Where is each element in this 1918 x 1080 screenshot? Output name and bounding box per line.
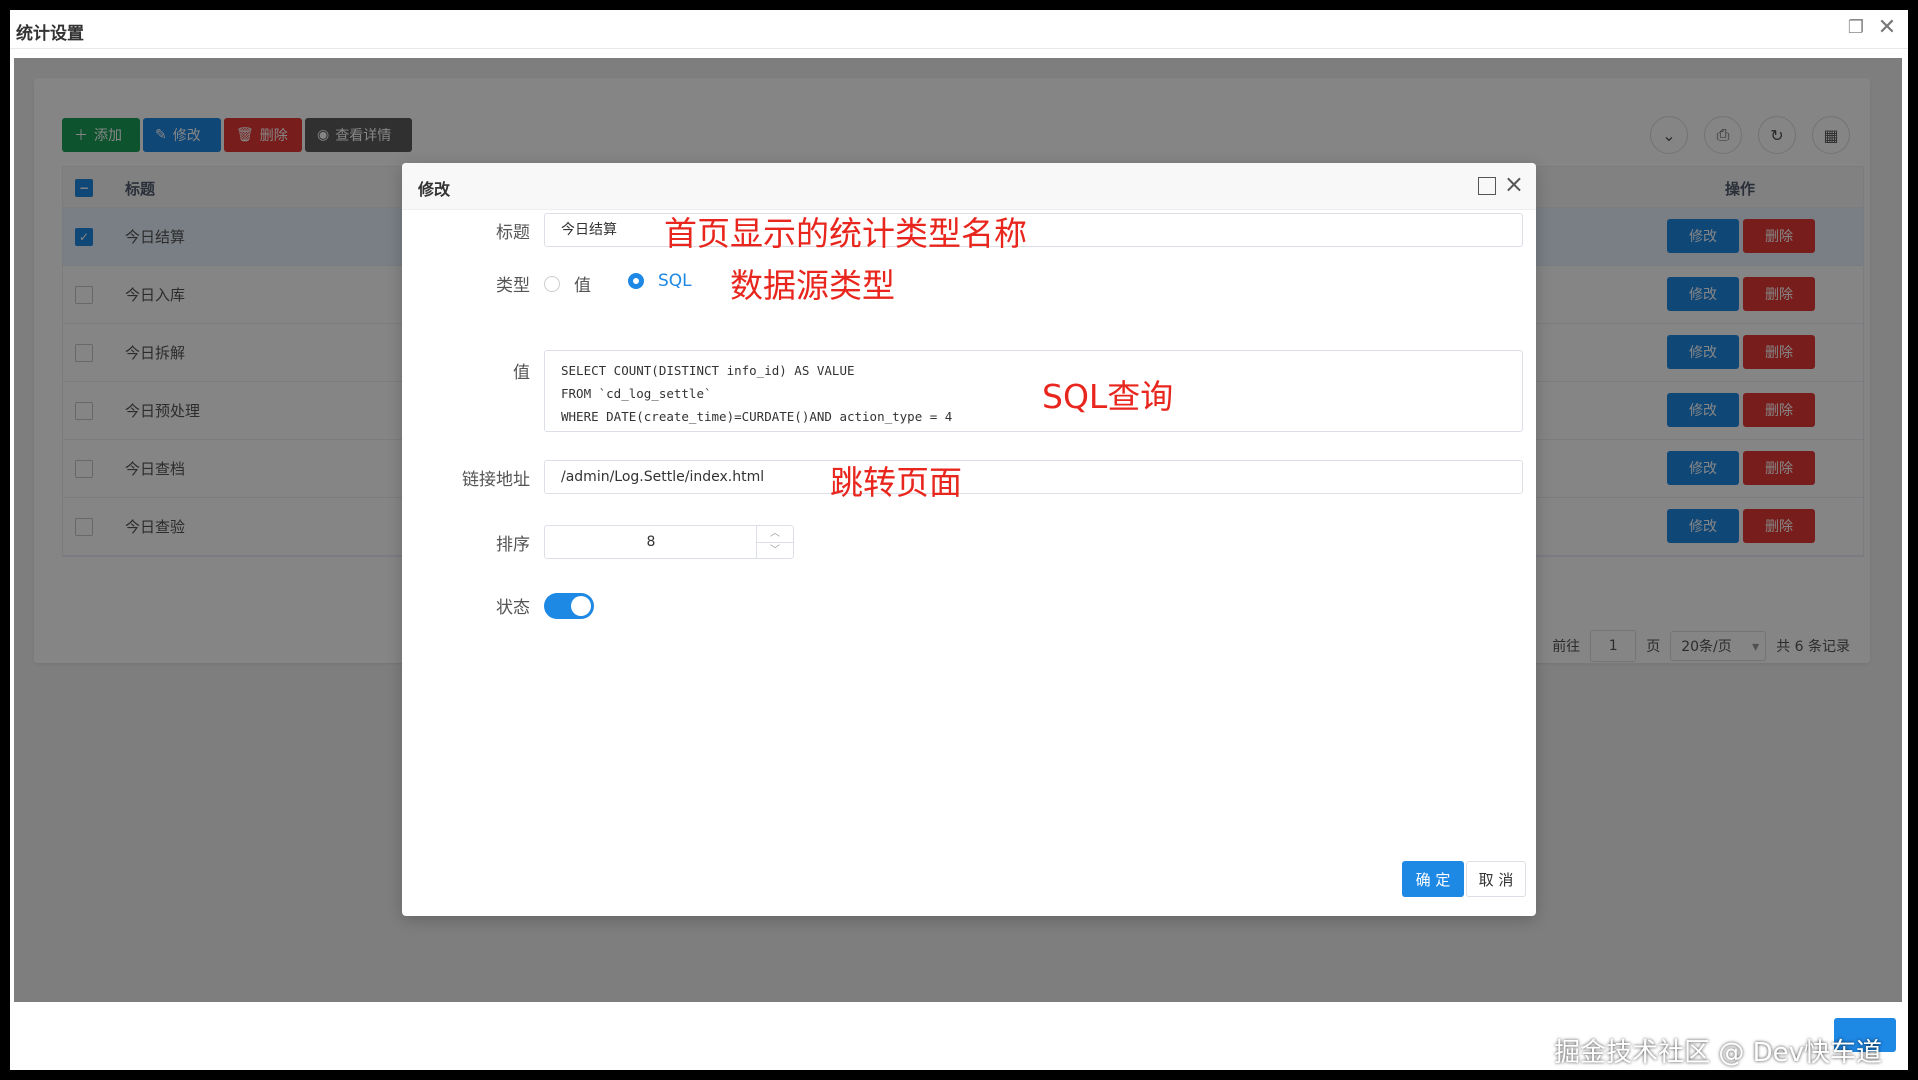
modal-title: 修改 (418, 180, 451, 199)
confirm-button[interactable]: 确 定 (1402, 861, 1464, 897)
sort-value: 8 (646, 534, 656, 550)
radio-value[interactable]: 值 (544, 271, 591, 296)
app-window: 统计设置 ❐ ✕ ＋ 添加 ✎ 修改 🗑 删除 ◉ 查看详情 ⌄ ⎙ ↻ ▦ −… (10, 10, 1908, 1070)
status-label: 状态 (496, 598, 530, 618)
stepper-controls: ︿ ﹀ (756, 526, 793, 558)
title-label: 标题 (496, 223, 530, 243)
watermark: 掘金技术社区 @ Dev快车道 (1554, 1038, 1882, 1068)
link-input[interactable]: /admin/Log.Settle/index.html (544, 460, 1523, 494)
type-label: 类型 (496, 276, 530, 296)
sql-textarea[interactable]: SELECT COUNT(DISTINCT info_id) AS VALUE … (544, 350, 1523, 432)
chevron-down-icon[interactable]: ﹀ (757, 543, 793, 559)
title-bar: 统计设置 ❐ ✕ (10, 10, 1908, 49)
annotation-sql: SQL查询 (1042, 377, 1174, 416)
radio-value-dot (544, 275, 560, 292)
chevron-up-icon[interactable]: ︿ (757, 526, 793, 543)
value-label: 值 (513, 363, 530, 383)
annotation-type: 数据源类型 (730, 266, 895, 305)
modal-header: 修改 × (402, 163, 1536, 210)
close-icon[interactable]: × (1504, 170, 1524, 198)
radio-sql[interactable]: SQL (628, 271, 692, 291)
sort-label: 排序 (496, 535, 530, 555)
radio-sql-label: SQL (658, 271, 692, 291)
cancel-button[interactable]: 取 消 (1466, 861, 1526, 897)
annotation-link: 跳转页面 (830, 463, 962, 502)
radio-sql-dot (628, 273, 644, 289)
edit-modal: 修改 × 标题 今日结算 首页显示的统计类型名称 类型 值 SQL 数据源类型 … (402, 163, 1536, 916)
window-title: 统计设置 (16, 24, 84, 44)
radio-value-label: 值 (574, 276, 591, 296)
toggle-knob (571, 596, 591, 616)
restore-icon[interactable]: ❐ (1846, 18, 1866, 38)
link-label: 链接地址 (462, 470, 530, 490)
annotation-title: 首页显示的统计类型名称 (664, 214, 1027, 253)
sort-stepper[interactable]: 8 ︿ ﹀ (544, 525, 794, 559)
close-icon[interactable]: ✕ (1876, 17, 1898, 39)
status-toggle[interactable] (544, 593, 594, 619)
maximize-icon[interactable] (1478, 177, 1496, 195)
